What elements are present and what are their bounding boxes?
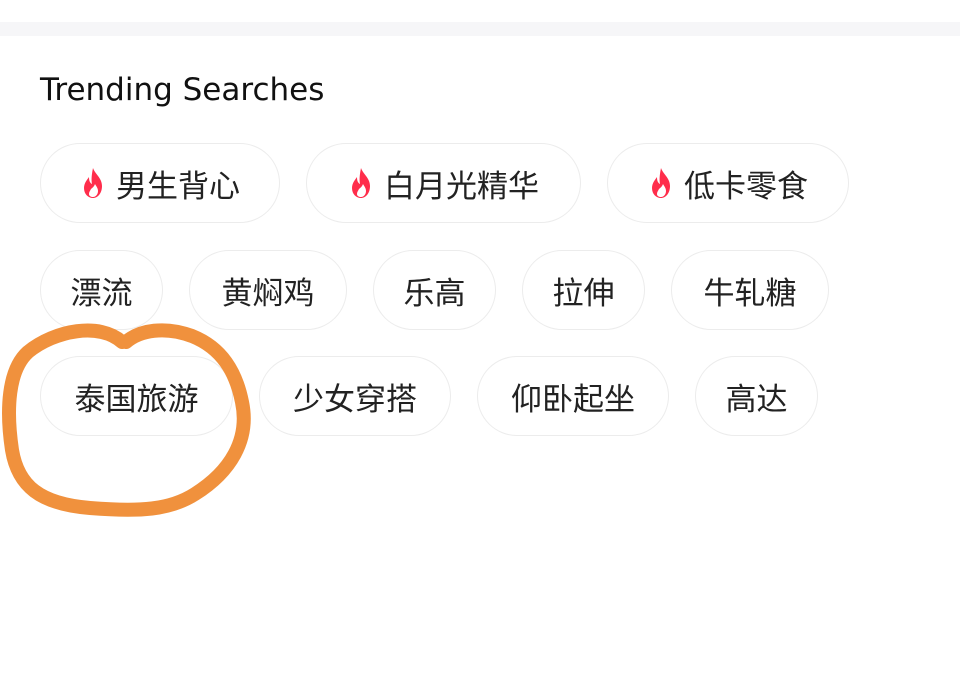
fire-icon (80, 167, 106, 199)
section-title: Trending Searches (40, 72, 325, 108)
trending-chip-6[interactable]: 拉伸 (522, 250, 645, 330)
chip-label: 仰卧起坐 (511, 381, 635, 418)
chip-label: 泰国旅游 (74, 381, 199, 418)
trending-chip-4[interactable]: 黄焖鸡 (189, 250, 347, 330)
trending-chip-2[interactable]: 低卡零食 (607, 143, 849, 223)
chip-label: 拉伸 (552, 275, 615, 312)
top-divider-strip (0, 22, 960, 36)
chip-label: 黄焖鸡 (221, 275, 315, 312)
fire-icon (648, 167, 674, 199)
trending-chip-3[interactable]: 漂流 (40, 250, 163, 330)
trending-chip-5[interactable]: 乐高 (373, 250, 496, 330)
chip-label: 男生背心 (116, 168, 240, 205)
trending-chip-0[interactable]: 男生背心 (40, 143, 280, 223)
trending-chip-7[interactable]: 牛轧糖 (671, 250, 829, 330)
chip-label: 白月光精华 (384, 168, 539, 205)
chip-label: 牛轧糖 (703, 275, 797, 312)
chip-label: 低卡零食 (684, 168, 808, 205)
chip-label: 漂流 (70, 275, 133, 312)
trending-searches-screen: Trending Searches 男生背心 白月光精华 低卡零食 漂流 黄焖鸡… (0, 0, 960, 687)
trending-chip-1[interactable]: 白月光精华 (306, 143, 581, 223)
trending-chip-9[interactable]: 少女穿搭 (259, 356, 451, 436)
trending-chip-10[interactable]: 仰卧起坐 (477, 356, 669, 436)
chip-label: 少女穿搭 (293, 381, 417, 418)
chip-label: 乐高 (403, 275, 466, 312)
fire-icon (348, 167, 374, 199)
trending-chip-11[interactable]: 高达 (695, 356, 818, 436)
trending-chip-8[interactable]: 泰国旅游 (40, 356, 233, 436)
chip-label: 高达 (725, 381, 788, 418)
